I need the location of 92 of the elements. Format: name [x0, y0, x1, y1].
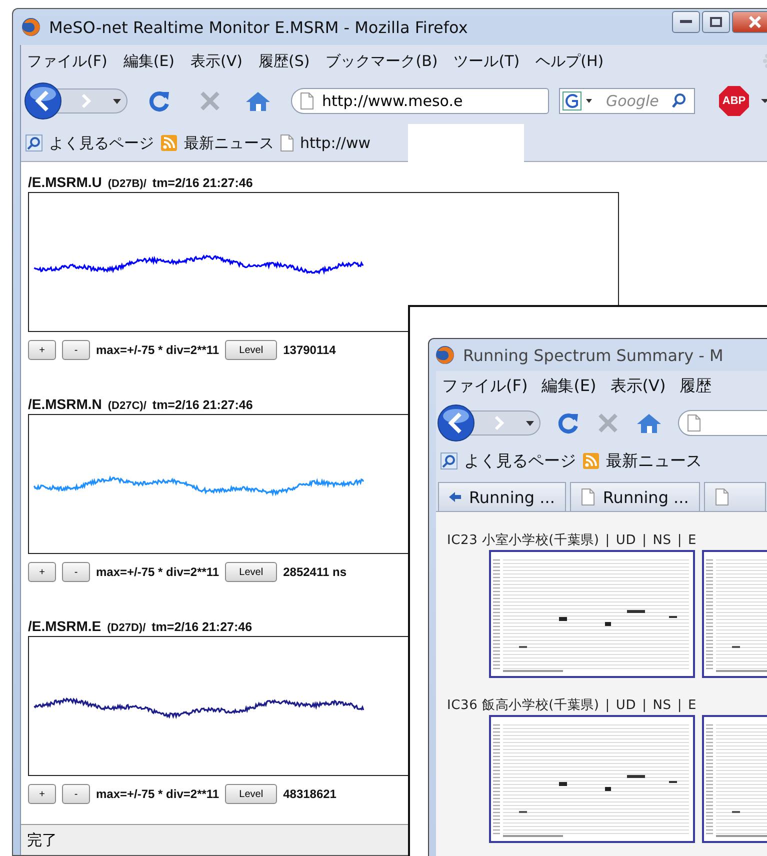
reload-icon[interactable] — [147, 89, 171, 113]
reading-label: 13790114 — [283, 343, 336, 357]
level-button[interactable]: Level — [225, 562, 278, 582]
page-icon — [280, 134, 294, 152]
scale-label: max=+/-75 * div=2**11 — [96, 343, 220, 357]
reading-label: 48318621 — [283, 787, 336, 801]
maximize-button[interactable] — [702, 11, 730, 33]
station-name: IC36 飯高小学校(千葉県) — [447, 697, 600, 714]
separator-text: | — [642, 532, 647, 548]
separator-text: | — [677, 698, 682, 712]
magnifier-icon — [440, 452, 458, 470]
firefox-logo-icon — [435, 345, 455, 365]
reading-label: 2852411 ns — [283, 565, 346, 579]
channel-code: (D27B)/ — [108, 178, 146, 190]
close-icon — [749, 16, 761, 28]
spectrogram-drawing[interactable] — [489, 550, 695, 678]
channel-link[interactable]: E — [688, 698, 697, 712]
channel-name: /E.MSRM.E — [28, 618, 102, 634]
page-icon — [580, 488, 595, 506]
zoom-button[interactable]: + — [28, 784, 56, 804]
minimize-icon — [680, 20, 692, 24]
adblock-button[interactable]: ABP — [719, 86, 749, 116]
arrow-icon — [449, 492, 461, 502]
window-title: Running Spectrum Summary - M — [463, 346, 724, 364]
back-forward-icon[interactable] — [436, 403, 542, 443]
menu-item[interactable]: ツール(T) — [454, 52, 520, 70]
bookmark-item[interactable]: http://ww — [300, 134, 370, 152]
home-icon[interactable] — [245, 90, 271, 112]
address-bar[interactable]: http://www.meso.e — [291, 88, 549, 114]
menu-item[interactable]: 表示(V) — [610, 376, 666, 396]
close-button[interactable] — [732, 11, 767, 33]
search-icon[interactable] — [672, 93, 686, 109]
channel-link[interactable]: E — [688, 532, 697, 548]
bookmark-item[interactable]: 最新ニュース — [606, 450, 702, 472]
separator-text: | — [605, 698, 610, 712]
separator-text: | — [677, 532, 682, 548]
menu-item[interactable]: ファイル(F) — [442, 376, 528, 396]
bookmark-item[interactable]: 最新ニュース — [184, 134, 274, 152]
search-input[interactable]: Google — [606, 92, 668, 110]
channel-link[interactable]: NS — [652, 698, 672, 712]
menu-item[interactable]: 編集(E) — [542, 376, 596, 396]
menu-item[interactable]: 履歴(S) — [258, 52, 310, 70]
zoom-button[interactable]: - — [62, 562, 90, 582]
separator-text: | — [605, 532, 610, 548]
level-button[interactable]: Level — [225, 784, 278, 804]
zoom-button[interactable]: + — [28, 340, 56, 360]
scale-label: max=+/-75 * div=2**11 — [96, 787, 220, 801]
window-title: MeSO-net Realtime Monitor E.MSRM - Mozilla Firefox — [49, 18, 468, 36]
firefox-logo-icon — [21, 17, 41, 37]
browser-tab[interactable] — [704, 482, 766, 511]
channel-time: tm=2/16 21:27:46 — [152, 398, 253, 412]
page-icon — [686, 414, 701, 432]
bookmark-item[interactable]: よく見るページ — [464, 450, 576, 472]
channel-link[interactable]: UD — [616, 698, 636, 712]
search-bar[interactable]: Google — [559, 88, 695, 114]
channel-link[interactable]: UD — [616, 532, 636, 548]
channel-name: /E.MSRM.U — [28, 174, 102, 190]
channel-code: (D27D)/ — [107, 622, 146, 634]
browser-tab[interactable]: Running ... — [438, 482, 566, 511]
menu-item[interactable]: ヘルプ(H) — [536, 52, 604, 70]
minimize-button[interactable] — [672, 11, 700, 33]
menu-item[interactable]: 履歴 — [680, 376, 712, 396]
channel-time: tm=2/16 21:27:46 — [152, 620, 252, 634]
station-name: IC23 小室小学校(千葉県) — [447, 532, 600, 549]
page-icon — [300, 92, 314, 110]
magnifier-icon — [25, 134, 43, 152]
separator-text: | — [642, 698, 647, 712]
zoom-button[interactable]: - — [62, 340, 90, 360]
page-icon — [714, 488, 729, 506]
menu-item[interactable]: ブックマーク(B) — [326, 52, 438, 70]
rss-icon — [582, 452, 600, 470]
menu-item[interactable]: 編集(E) — [123, 52, 175, 70]
back-forward-icon[interactable] — [23, 81, 129, 121]
channel-code: (D27C)/ — [108, 400, 146, 412]
level-button[interactable]: Level — [225, 340, 278, 360]
bookmark-item[interactable]: よく見るページ — [49, 134, 154, 152]
dropdown-icon[interactable] — [761, 98, 767, 104]
channel-time: tm=2/16 21:27:46 — [152, 176, 253, 190]
zoom-button[interactable]: - — [62, 784, 90, 804]
menu-item[interactable]: ファイル(F) — [27, 52, 108, 70]
channel-name: /E.MSRM.N — [28, 396, 102, 412]
scale-label: max=+/-75 * div=2**11 — [96, 565, 220, 579]
reload-icon[interactable] — [556, 411, 580, 435]
maximize-icon — [710, 17, 722, 27]
status-text: 完了 — [27, 830, 57, 850]
browser-tab[interactable]: Running ... — [570, 482, 700, 511]
zoom-button[interactable]: + — [28, 562, 56, 582]
rss-icon — [160, 134, 178, 152]
home-icon[interactable] — [636, 412, 662, 434]
menu-item[interactable]: 表示(V) — [190, 52, 242, 70]
channel-link[interactable]: NS — [652, 532, 672, 548]
spectrogram-drawing[interactable] — [489, 715, 695, 843]
